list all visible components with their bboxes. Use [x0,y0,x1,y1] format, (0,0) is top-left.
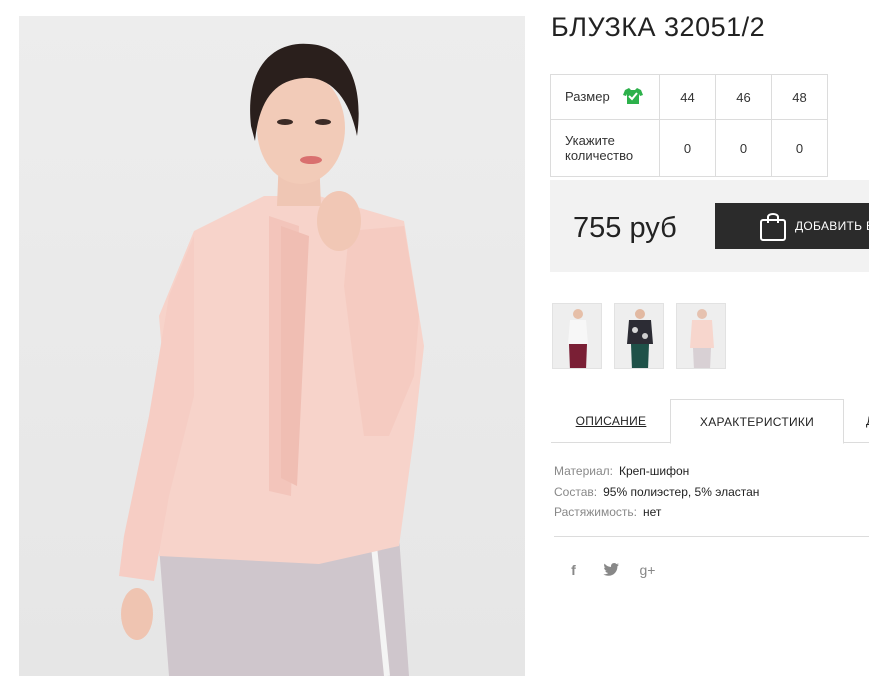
section-divider [554,536,869,537]
specs-list: Материал: Креп-шифон Состав: 95% полиэстер… [554,461,759,523]
thumbnail-3[interactable] [676,303,726,369]
size-48[interactable]: 48 [771,74,828,120]
size-44[interactable]: 44 [659,74,716,120]
spec-row: Состав: 95% полиэстер, 5% эластан [554,482,759,503]
tab-description[interactable]: ОПИСАНИЕ [551,399,671,443]
spec-row: Материал: Креп-шифон [554,461,759,482]
googleplus-glyph: g+ [639,561,656,578]
spec-key: Материал: [554,464,613,478]
size-quantity-table: Размер 44 46 48 Укажите количество 0 0 0 [550,74,828,177]
tab-characteristics[interactable]: ХАРАКТЕРИСТИКИ [670,399,844,444]
quantity-48[interactable]: 0 [771,119,828,177]
thumbnail-strip [552,303,726,369]
quantity-46[interactable]: 0 [715,119,772,177]
size-label-cell: Размер [550,74,660,120]
googleplus-icon[interactable]: g+ [639,561,656,578]
size-46[interactable]: 46 [715,74,772,120]
add-to-cart-label: ДОБАВИТЬ В КОРЗИНУ [795,219,869,233]
size-label: Размер [565,88,610,104]
product-tabs: ОПИСАНИЕ ХАРАКТЕРИСТИКИ Д [551,399,869,444]
shirt-check-icon [623,87,644,108]
thumbnail-1[interactable] [552,303,602,369]
product-main-image[interactable] [19,16,525,676]
add-to-cart-button[interactable]: ДОБАВИТЬ В КОРЗИНУ [715,203,869,249]
tab-delivery[interactable]: Д [844,399,869,443]
spec-value: нет [643,505,662,519]
spec-value: 95% полиэстер, 5% эластан [603,484,760,499]
facebook-glyph: f [571,561,576,578]
share-buttons: f g+ [565,561,656,578]
facebook-icon[interactable]: f [565,561,582,578]
twitter-icon[interactable] [602,561,619,578]
product-title: БЛУЗКА 32051/2 [551,12,766,42]
thumbnail-2[interactable] [614,303,664,369]
buy-box: 755 руб ДОБАВИТЬ В КОРЗИНУ [550,180,869,272]
quantity-44[interactable]: 0 [659,119,716,177]
shopping-bag-icon [759,211,787,241]
product-price: 755 руб [573,212,677,244]
quantity-label: Укажите количество [550,119,660,177]
spec-value: Креп-шифон [618,464,690,478]
spec-key: Растяжимость: [554,505,638,519]
spec-row: Растяжимость: нет [554,502,759,523]
spec-key: Состав: [554,484,598,499]
